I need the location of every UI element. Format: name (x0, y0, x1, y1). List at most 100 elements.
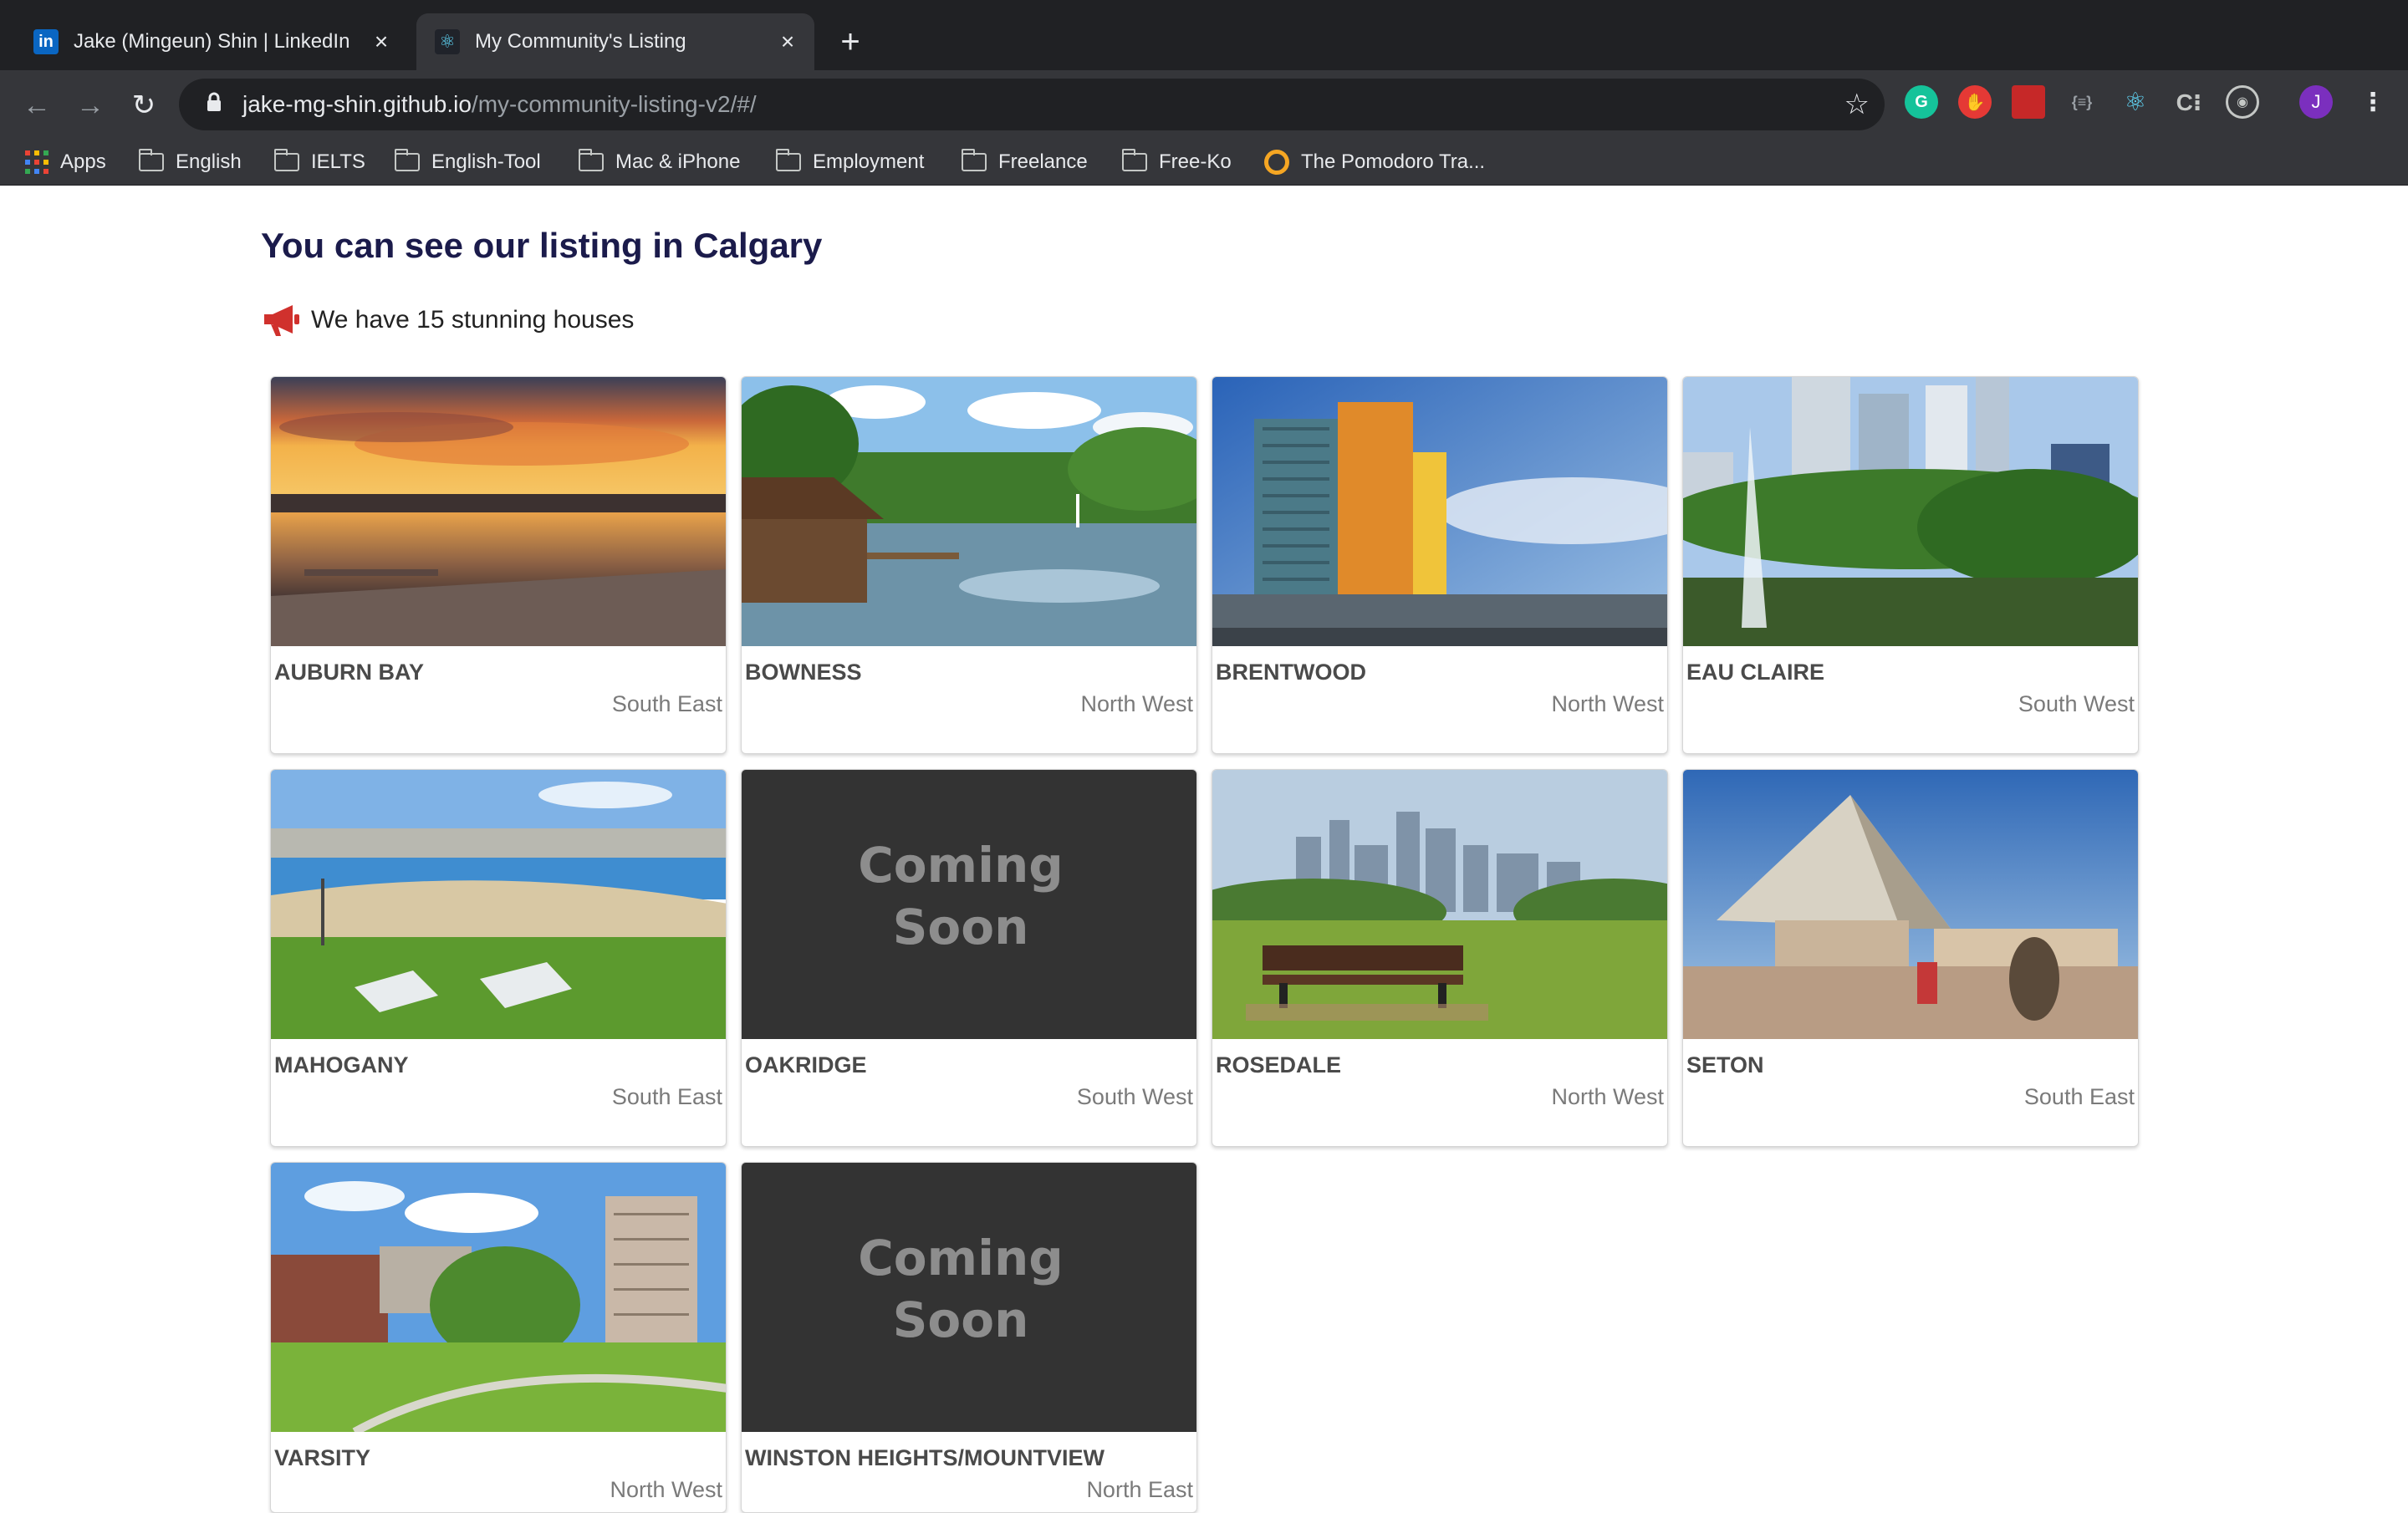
bookmark-free-ko[interactable]: Free-Ko (1122, 145, 1232, 179)
tab-linkedin[interactable]: in Jake (Mingeun) Shin | LinkedIn × (15, 13, 408, 70)
listing-photo-pavilion (1683, 770, 2138, 1039)
bookmark-label: Free-Ko (1159, 150, 1232, 173)
coming-soon-line1: Coming (858, 1230, 1064, 1286)
url-text: jake-mg-shin.github.io/my-community-list… (242, 91, 757, 118)
bookmark-employment[interactable]: Employment (776, 145, 924, 179)
listing-name: WINSTON HEIGHTS/MOUNTVIEW (745, 1445, 1105, 1470)
folder-icon (395, 149, 420, 171)
adblock-extension-icon[interactable]: ✋ (1958, 85, 1992, 119)
bookmark-label: IELTS (311, 150, 365, 173)
tab-my-community-listing[interactable]: ⚛ My Community's Listing × (416, 13, 814, 70)
reload-icon[interactable]: ↻ (124, 85, 164, 125)
listing-photo-apartments-courtyard (271, 1163, 726, 1432)
close-tab-icon[interactable]: × (773, 27, 803, 57)
pomodoro-icon (1264, 150, 1289, 175)
url-path: /my-community-listing-v2/#/ (471, 91, 757, 117)
listing-photo-lake-sunset (271, 377, 726, 646)
listing-photo-downtown-fountain (1683, 377, 2138, 646)
address-bar[interactable]: jake-mg-shin.github.io/my-community-list… (179, 79, 1885, 130)
page-content: You can see our listing in Calgary We ha… (0, 186, 2408, 1513)
listing-region: North West (1551, 691, 1664, 716)
listing-card-eau-claire[interactable]: EAU CLAIRE South West (1682, 376, 2139, 754)
lock-icon[interactable] (197, 92, 231, 118)
listing-region: South East (611, 1084, 722, 1109)
listing-name: MAHOGANY (274, 1052, 409, 1077)
bookmark-label: Freelance (998, 150, 1088, 173)
listing-region: South East (611, 691, 722, 716)
listing-region: South West (2018, 691, 2135, 716)
listing-card-auburn-bay[interactable]: AUBURN BAY South East (270, 376, 727, 754)
listing-name: OAKRIDGE (745, 1052, 867, 1077)
listing-card-bowness[interactable]: BOWNESS North West (741, 376, 1197, 754)
listing-name: EAU CLAIRE (1686, 660, 1825, 685)
bookmark-label: Mac & iPhone (615, 150, 741, 173)
listing-name: AUBURN BAY (274, 660, 425, 685)
bookmark-ielts[interactable]: IELTS (274, 145, 365, 179)
coming-soon-line2: Soon (893, 899, 1029, 955)
listing-name: BOWNESS (745, 660, 862, 685)
bookmark-english-tool[interactable]: English-Tool (395, 145, 541, 179)
back-arrow-icon[interactable]: ← (17, 85, 57, 125)
listing-card-winston-heights-mountview[interactable]: Coming Soon WINSTON HEIGHTS/MOUNTVIEW No… (741, 1162, 1197, 1513)
react-devtools-extension-icon[interactable]: ⚛ (2119, 85, 2152, 119)
bookmark-mac-iphone[interactable]: Mac & iPhone (579, 145, 740, 179)
listing-photo-park-lagoon (742, 377, 1196, 646)
folder-icon (274, 149, 299, 171)
react-icon: ⚛ (435, 29, 460, 54)
folder-icon (776, 149, 801, 171)
listing-name: BRENTWOOD (1216, 660, 1366, 685)
coming-soon-line2: Soon (893, 1291, 1029, 1348)
new-tab-button[interactable]: + (829, 25, 871, 59)
folder-icon (579, 149, 604, 171)
listing-card-oakridge[interactable]: Coming Soon OAKRIDGE South West (741, 769, 1197, 1147)
bookmark-label: English (176, 150, 242, 173)
target-extension-icon[interactable]: ◉ (2226, 85, 2259, 119)
bookmark-star-icon[interactable]: ☆ (1844, 87, 1870, 122)
listing-photo-skyline-bench (1212, 770, 1667, 1039)
coming-soon-line1: Coming (858, 837, 1064, 894)
listing-name: VARSITY (274, 1445, 371, 1470)
bookmark-label: Employment (813, 150, 925, 173)
profile-avatar[interactable]: J (2299, 85, 2333, 119)
bookmark-extension-icon[interactable] (2012, 85, 2045, 119)
url-host: jake-mg-shin.github.io (242, 91, 472, 117)
folder-icon (962, 149, 987, 171)
listing-photo-highrise-tower (1212, 377, 1667, 646)
forward-arrow-icon[interactable]: → (70, 85, 110, 125)
listing-photo-beach-park (271, 770, 726, 1039)
listing-region: North East (1086, 1477, 1193, 1502)
listing-region: North West (1080, 691, 1193, 716)
folder-icon (1122, 149, 1147, 171)
listing-card-mahogany[interactable]: MAHOGANY South East (270, 769, 727, 1147)
page-title: You can see our listing in Calgary (261, 226, 823, 265)
grammarly-extension-icon[interactable]: G (1905, 85, 1938, 119)
tab-strip: in Jake (Mingeun) Shin | LinkedIn × ⚛ My… (0, 0, 2408, 70)
listing-name: SETON (1686, 1052, 1764, 1077)
listing-card-rosedale[interactable]: ROSEDALE North West (1212, 769, 1668, 1147)
json-viewer-extension-icon[interactable]: {≡} (2065, 85, 2099, 119)
bookmark-freelance[interactable]: Freelance (962, 145, 1088, 179)
css-extension-icon[interactable]: C⁝ (2172, 85, 2206, 119)
listing-region: North West (1551, 1084, 1664, 1109)
bookmark-pomodoro[interactable]: The Pomodoro Tra... (1264, 145, 1485, 179)
listing-region: South East (2023, 1084, 2135, 1109)
tab-title: My Community's Listing (475, 30, 686, 53)
linkedin-icon: in (33, 29, 59, 54)
listing-card-brentwood[interactable]: BRENTWOOD North West (1212, 376, 1668, 754)
listing-region: North West (610, 1477, 722, 1502)
bookmark-english[interactable]: English (139, 145, 242, 179)
chrome-menu-icon[interactable]: ⋮ (2356, 85, 2390, 119)
listing-card-varsity[interactable]: VARSITY North West (270, 1162, 727, 1513)
megaphone-icon (261, 303, 301, 338)
bookmark-label: English-Tool (431, 150, 541, 173)
close-tab-icon[interactable]: × (366, 27, 396, 57)
bookmark-apps[interactable]: Apps (25, 145, 106, 179)
tab-title: Jake (Mingeun) Shin | LinkedIn (74, 30, 350, 53)
coming-soon-image: Coming Soon (742, 770, 1196, 1039)
folder-icon (139, 149, 164, 171)
listing-card-seton[interactable]: SETON South East (1682, 769, 2139, 1147)
apps-grid-icon (25, 150, 48, 174)
browser-toolbar: ← → ↻ jake-mg-shin.github.io/my-communit… (0, 70, 2408, 140)
listing-region: South West (1076, 1084, 1193, 1109)
bookmark-label: Apps (60, 150, 106, 173)
